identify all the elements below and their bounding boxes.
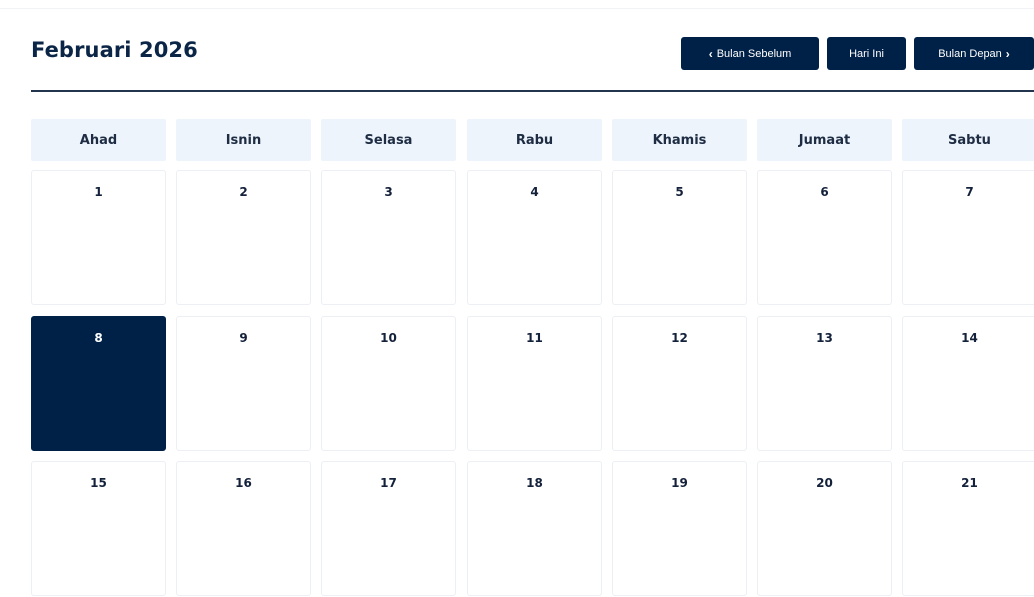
day-cell[interactable]: 20 <box>757 461 892 596</box>
day-number: 2 <box>239 185 248 199</box>
day-cell[interactable]: 10 <box>321 316 456 451</box>
day-number: 18 <box>526 476 543 490</box>
day-cell[interactable]: 16 <box>176 461 311 596</box>
day-number: 3 <box>384 185 393 199</box>
day-cell[interactable]: 18 <box>467 461 602 596</box>
day-number: 6 <box>820 185 829 199</box>
next-month-label: Bulan Depan <box>938 47 1002 60</box>
prev-month-label: Bulan Sebelum <box>716 47 792 60</box>
day-number: 7 <box>965 185 974 199</box>
today-button[interactable]: Hari Ini <box>827 37 906 70</box>
day-cell[interactable]: 7 <box>902 170 1034 305</box>
day-number: 13 <box>816 331 833 345</box>
day-cell[interactable]: 5 <box>612 170 747 305</box>
day-number: 17 <box>380 476 397 490</box>
day-number: 21 <box>961 476 978 490</box>
chevron-right-icon: › <box>1005 46 1010 61</box>
day-number: 5 <box>675 185 684 199</box>
day-cell[interactable]: 21 <box>902 461 1034 596</box>
day-number: 8 <box>94 331 103 345</box>
day-number: 10 <box>380 331 397 345</box>
month-title: Februari 2026 <box>31 38 198 62</box>
weekday-header-isnin: Isnin <box>176 119 311 161</box>
day-number: 9 <box>239 331 248 345</box>
day-cell[interactable]: 3 <box>321 170 456 305</box>
day-cell[interactable]: 15 <box>31 461 166 596</box>
day-cell[interactable]: 14 <box>902 316 1034 451</box>
day-cell[interactable]: 2 <box>176 170 311 305</box>
day-cell[interactable]: 19 <box>612 461 747 596</box>
header-divider <box>31 90 1034 92</box>
day-cell[interactable]: 9 <box>176 316 311 451</box>
day-number: 11 <box>526 331 543 345</box>
weekday-header-selasa: Selasa <box>321 119 456 161</box>
day-number: 16 <box>235 476 252 490</box>
day-number: 4 <box>530 185 539 199</box>
day-cell[interactable]: 11 <box>467 316 602 451</box>
day-cell[interactable]: 17 <box>321 461 456 596</box>
weekday-header-jumaat: Jumaat <box>757 119 892 161</box>
day-number: 12 <box>671 331 688 345</box>
weekday-header-rabu: Rabu <box>467 119 602 161</box>
day-number: 20 <box>816 476 833 490</box>
weekday-header-ahad: Ahad <box>31 119 166 161</box>
prev-month-button[interactable]: ‹ Bulan Sebelum <box>681 37 819 70</box>
calendar-page: Februari 2026 ‹ Bulan Sebelum Hari Ini B… <box>0 0 1034 597</box>
day-number: 15 <box>90 476 107 490</box>
next-month-button[interactable]: Bulan Depan › <box>914 37 1034 70</box>
day-cell[interactable]: 4 <box>467 170 602 305</box>
day-number: 19 <box>671 476 688 490</box>
day-cell[interactable]: 6 <box>757 170 892 305</box>
day-cell-today[interactable]: 8 <box>31 316 166 451</box>
day-cell[interactable]: 1 <box>31 170 166 305</box>
day-number: 14 <box>961 331 978 345</box>
chevron-left-icon: ‹ <box>708 46 713 61</box>
day-cell[interactable]: 13 <box>757 316 892 451</box>
day-cell[interactable]: 12 <box>612 316 747 451</box>
weekday-header-sabtu: Sabtu <box>902 119 1034 161</box>
today-label: Hari Ini <box>849 47 884 60</box>
day-number: 1 <box>94 185 103 199</box>
top-border <box>0 8 1034 9</box>
weekday-header-khamis: Khamis <box>612 119 747 161</box>
